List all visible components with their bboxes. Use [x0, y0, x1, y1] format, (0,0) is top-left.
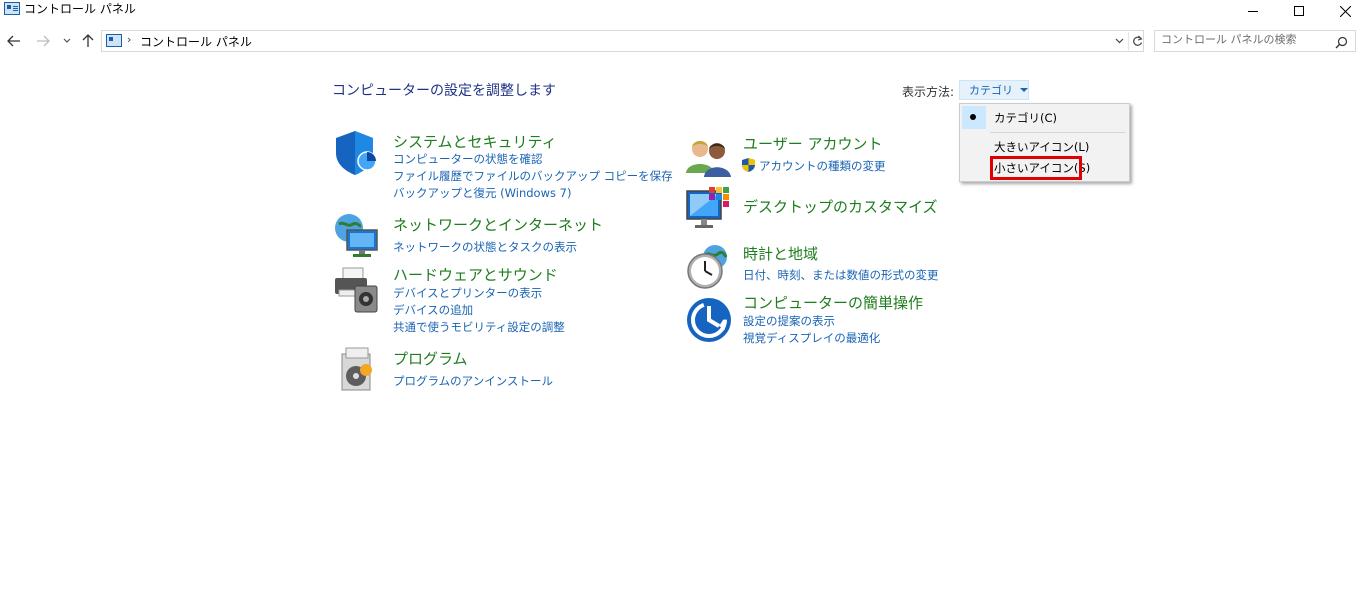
minimize-button[interactable] — [1230, 0, 1276, 22]
link-add-device[interactable]: デバイスの追加 — [393, 302, 473, 318]
view-by-value: カテゴリ — [969, 84, 1013, 97]
menu-item-category[interactable]: カテゴリ(C) — [962, 106, 1127, 129]
link-network-status-tasks[interactable]: ネットワークの状態とタスクの表示 — [393, 239, 577, 255]
address-history-dropdown[interactable] — [1112, 33, 1126, 49]
category-title-ease-of-access[interactable]: コンピューターの簡単操作 — [743, 292, 923, 313]
link-uninstall-program[interactable]: プログラムのアンインストール — [393, 373, 553, 389]
user-accounts-icon — [686, 141, 731, 177]
menu-separator — [990, 132, 1126, 133]
forward-arrow-icon — [37, 35, 50, 47]
highlight-annotation-box — [990, 156, 1082, 180]
caret-down-icon — [1020, 88, 1028, 92]
bullet-icon — [970, 114, 976, 120]
uac-shield-icon — [742, 157, 755, 176]
search-input[interactable] — [1161, 33, 1331, 46]
ease-of-access-icon — [687, 298, 731, 342]
up-arrow-icon — [82, 34, 94, 47]
breadcrumb-separator[interactable]: › — [127, 33, 131, 46]
category-ease-of-access — [685, 296, 733, 348]
network-globe-icon — [335, 214, 378, 257]
view-by-label: 表示方法: — [902, 85, 955, 99]
category-title-appearance[interactable]: デスクトップのカスタマイズ — [743, 196, 938, 217]
monitor-palette-icon — [686, 187, 729, 228]
view-by-dropdown[interactable]: カテゴリ — [959, 80, 1029, 100]
menu-item-large-icons[interactable]: 大きいアイコン(L) — [962, 136, 1127, 156]
maximize-icon — [1294, 6, 1304, 16]
refresh-button[interactable] — [1128, 32, 1145, 50]
category-title-clock-region[interactable]: 時計と地域 — [743, 243, 818, 264]
link-optimize-display[interactable]: 視覚ディスプレイの最適化 — [743, 330, 880, 346]
refresh-icon — [1132, 35, 1143, 46]
link-check-computer-status[interactable]: コンピューターの状態を確認 — [393, 151, 543, 167]
address-bar[interactable]: › コントロール パネル — [101, 30, 1144, 52]
category-appearance — [685, 185, 733, 237]
back-button[interactable] — [4, 31, 24, 51]
link-change-account-type[interactable]: アカウントの種類の変更 — [759, 158, 886, 174]
link-date-time-format[interactable]: 日付、時刻、または数値の形式の変更 — [743, 267, 939, 283]
category-network-internet — [333, 212, 381, 264]
up-button[interactable] — [78, 31, 98, 51]
link-devices-printers[interactable]: デバイスとプリンターの表示 — [393, 285, 542, 301]
back-arrow-icon — [7, 35, 20, 47]
link-file-history-backup[interactable]: ファイル履歴でファイルのバックアップ コピーを保存 — [393, 168, 673, 184]
search-box[interactable] — [1154, 30, 1356, 52]
menu-item-category-label: カテゴリ(C) — [994, 111, 1058, 125]
security-shield-icon — [336, 131, 377, 175]
control-panel-icon — [4, 2, 20, 15]
clock-globe-icon — [687, 245, 728, 289]
forward-button[interactable] — [33, 31, 53, 51]
close-icon — [1339, 5, 1351, 17]
category-title-network-internet[interactable]: ネットワークとインターネット — [393, 214, 603, 235]
programs-disc-icon — [341, 347, 372, 391]
close-button[interactable] — [1322, 0, 1368, 22]
chevron-down-icon — [1115, 38, 1123, 44]
maximize-button[interactable] — [1276, 0, 1322, 22]
category-title-hardware-sound[interactable]: ハードウェアとサウンド — [393, 264, 558, 285]
category-title-user-accounts[interactable]: ユーザー アカウント — [743, 133, 882, 154]
category-title-programs[interactable]: プログラム — [393, 348, 468, 369]
menu-selected-indicator — [962, 106, 986, 129]
page-title: コンピューターの設定を調整します — [332, 83, 556, 99]
search-icon[interactable] — [1335, 34, 1348, 53]
category-title-system-security[interactable]: システムとセキュリティ — [393, 131, 557, 152]
link-get-recommendations[interactable]: 設定の提案の表示 — [743, 313, 835, 329]
printer-speaker-icon — [335, 267, 378, 313]
category-system-security — [333, 129, 381, 181]
category-programs — [336, 346, 384, 398]
control-panel-icon — [106, 34, 122, 47]
category-clock-region — [685, 243, 733, 295]
title-bar: コントロール パネル — [0, 0, 1368, 24]
category-user-accounts — [685, 133, 733, 185]
category-hardware-sound — [333, 266, 381, 318]
link-backup-restore[interactable]: バックアップと復元 (Windows 7) — [393, 185, 571, 201]
breadcrumb-control-panel[interactable]: コントロール パネル — [140, 33, 252, 50]
minimize-icon — [1248, 11, 1258, 12]
recent-locations-dropdown[interactable] — [60, 31, 74, 51]
window-title: コントロール パネル — [24, 2, 136, 16]
chevron-down-icon — [63, 38, 71, 43]
menu-item-large-icons-label: 大きいアイコン(L) — [994, 140, 1090, 154]
link-mobility-settings[interactable]: 共通で使うモビリティ設定の調整 — [393, 319, 565, 335]
